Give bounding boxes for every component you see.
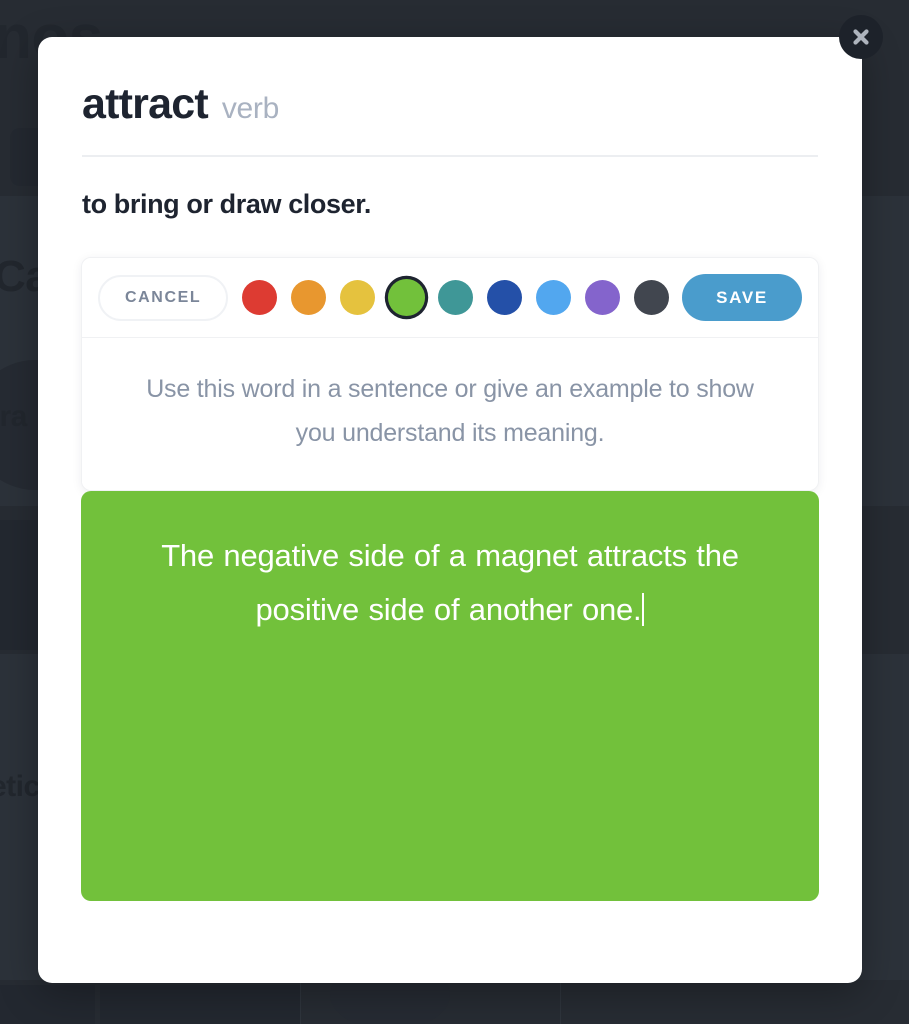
header-divider <box>82 155 818 158</box>
save-button[interactable]: SAVE <box>682 274 802 322</box>
color-swatch-green[interactable] <box>387 279 425 317</box>
color-swatch-orange[interactable] <box>290 280 326 316</box>
backdrop-ghost-card-3: etic <box>0 770 40 803</box>
backdrop-shape-footer-mid <box>100 985 300 1024</box>
answer-text-value: The negative side of a magnet attracts t… <box>161 537 739 628</box>
backdrop-divider-2 <box>560 980 561 1024</box>
answer-text: The negative side of a magnet attracts t… <box>137 529 763 638</box>
page-title: attract <box>82 80 209 128</box>
backdrop-ghost-card-2: tra <box>0 400 27 433</box>
color-swatch-charcoal[interactable] <box>633 280 669 316</box>
definition-text: to bring or draw closer. <box>82 189 371 220</box>
backdrop-shape-footer-left <box>0 985 95 1024</box>
response-editor-card: CANCEL SAVE Use this word in a sentence … <box>81 257 819 491</box>
answer-textarea[interactable]: The negative side of a magnet attracts t… <box>81 490 819 901</box>
close-button[interactable] <box>839 15 883 59</box>
color-swatch-dark-blue[interactable] <box>486 280 522 316</box>
close-icon <box>850 26 872 48</box>
editor-toolbar: CANCEL SAVE <box>82 258 818 339</box>
word-heading-row: attract verb <box>82 80 818 128</box>
modal-header: attract verb to bring or draw closer. <box>38 37 862 220</box>
cancel-button[interactable]: CANCEL <box>98 274 229 321</box>
color-swatch-picker[interactable] <box>241 279 669 317</box>
word-definition-modal: attract verb to bring or draw closer. CA… <box>38 37 862 983</box>
color-swatch-yellow[interactable] <box>339 280 375 316</box>
backdrop-divider-1 <box>300 980 301 1024</box>
prompt-text: Use this word in a sentence or give an e… <box>82 338 818 490</box>
color-swatch-purple[interactable] <box>584 280 620 316</box>
color-swatch-teal[interactable] <box>437 280 473 316</box>
color-swatch-red[interactable] <box>241 280 277 316</box>
text-caret <box>642 593 645 627</box>
part-of-speech-label: verb <box>221 92 280 125</box>
color-swatch-light-blue[interactable] <box>535 280 571 316</box>
